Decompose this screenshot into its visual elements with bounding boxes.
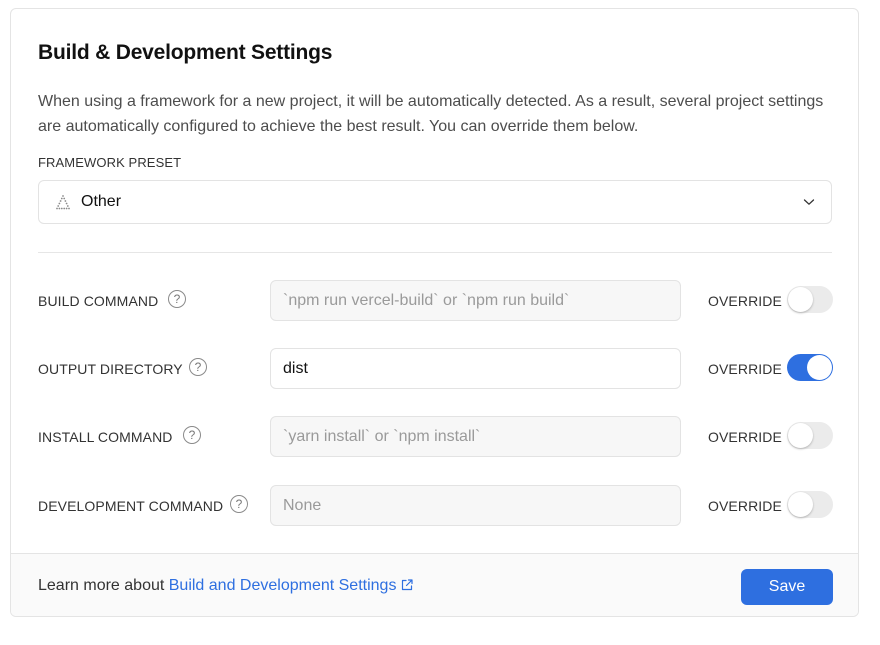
card-footer: Learn more about Build and Development S… (11, 553, 858, 616)
output-directory-input[interactable] (270, 348, 681, 389)
section-title: Build & Development Settings (38, 41, 333, 64)
external-link-icon (402, 579, 414, 591)
save-button[interactable]: Save (741, 569, 833, 605)
output-directory-label: OUTPUT DIRECTORY (38, 361, 183, 377)
output-directory-override-toggle[interactable] (787, 354, 833, 381)
override-label: OVERRIDE (708, 498, 782, 514)
install-command-label: INSTALL COMMAND (38, 429, 173, 445)
framework-preset-value: Other (81, 193, 122, 210)
build-command-input[interactable] (270, 280, 681, 321)
output-directory-row: OUTPUT DIRECTORY ? OVERRIDE (11, 348, 858, 390)
override-label: OVERRIDE (708, 361, 782, 377)
section-description: When using a framework for a new project… (38, 93, 824, 135)
development-command-row: DEVELOPMENT COMMAND ? OVERRIDE (11, 485, 858, 527)
toggle-knob (807, 355, 832, 380)
learn-more-link[interactable]: Build and Development Settings (169, 577, 415, 594)
triangle-dots-icon (56, 195, 70, 210)
development-command-override-toggle[interactable] (787, 491, 833, 518)
learn-more-text: Learn more about Build and Development S… (38, 577, 414, 595)
install-command-override-toggle[interactable] (787, 422, 833, 449)
help-icon[interactable]: ? (230, 495, 248, 513)
build-command-override-toggle[interactable] (787, 286, 833, 313)
learn-more-prefix: Learn more about (38, 577, 169, 594)
help-icon[interactable]: ? (183, 426, 201, 444)
install-command-input[interactable] (270, 416, 681, 457)
override-label: OVERRIDE (708, 429, 782, 445)
learn-more-link-label: Build and Development Settings (168, 577, 397, 594)
build-settings-card: Build & Development Settings When using … (10, 8, 859, 617)
toggle-knob (788, 423, 813, 448)
toggle-knob (788, 492, 813, 517)
build-command-row: BUILD COMMAND ? OVERRIDE (11, 280, 858, 322)
help-icon[interactable]: ? (189, 358, 207, 376)
development-command-input[interactable] (270, 485, 681, 526)
help-icon[interactable]: ? (168, 290, 186, 308)
install-command-row: INSTALL COMMAND ? OVERRIDE (11, 416, 858, 458)
divider (38, 252, 832, 253)
override-label: OVERRIDE (708, 293, 782, 309)
framework-preset-label: FRAMEWORK PRESET (38, 155, 182, 170)
chevron-down-icon (803, 199, 815, 205)
toggle-knob (788, 287, 813, 312)
development-command-label: DEVELOPMENT COMMAND (38, 498, 224, 514)
framework-preset-select[interactable]: Other (38, 180, 832, 224)
build-command-label: BUILD COMMAND (38, 293, 159, 309)
